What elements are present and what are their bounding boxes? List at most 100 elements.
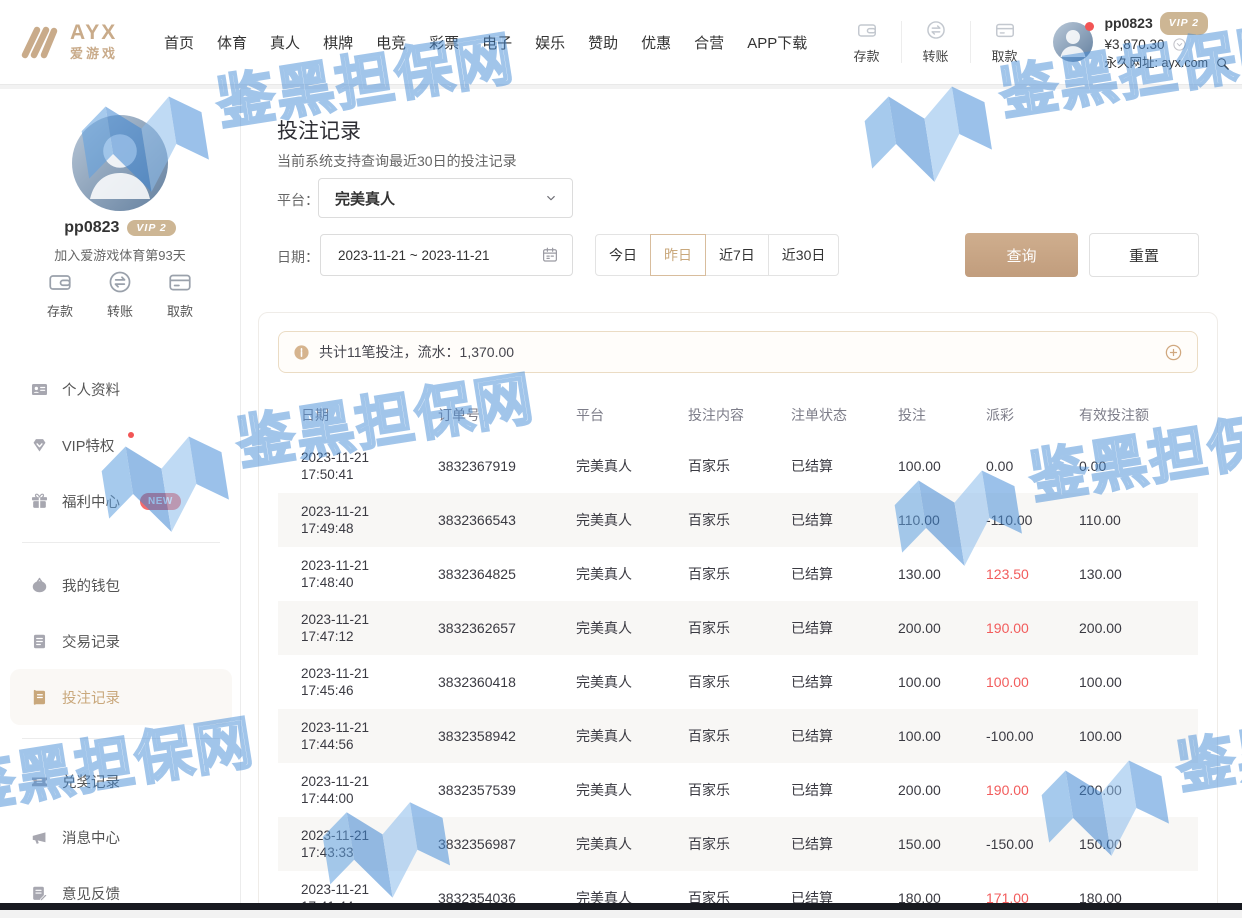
cell-payout: -110.00 xyxy=(986,512,1079,528)
cell-platform: 完美真人 xyxy=(576,726,688,746)
sidebar-item-rewards[interactable]: 兑奖记录 xyxy=(10,753,232,809)
cell-platform: 完美真人 xyxy=(576,834,688,854)
nav-item-promo[interactable]: 优惠 xyxy=(641,32,671,53)
cell-status: 已结算 xyxy=(791,834,898,854)
nav-item-app-download[interactable]: APP下载 xyxy=(747,32,807,53)
sidebar-item-vip[interactable]: VIP特权 xyxy=(10,417,232,473)
user-avatar[interactable] xyxy=(1053,22,1093,62)
joined-days-text: 加入爱游戏体育第93天 xyxy=(0,245,240,264)
sidebar-menu: 个人资料VIP特权福利中心NEW 我的钱包交易记录投注记录兑奖记录消息中心意见反馈 xyxy=(10,361,232,903)
cell-order-no: 3832367919 xyxy=(438,458,576,474)
vip-diamond-icon xyxy=(30,436,49,455)
query-button[interactable]: 查询 xyxy=(965,233,1078,277)
chevron-down-circle-icon[interactable] xyxy=(1172,37,1187,52)
balance: ¥3,870.30 xyxy=(1105,35,1165,54)
user-info: pp0823 VIP 2 ¥3,870.30 永久网址: ayx.com xyxy=(1105,12,1231,73)
nav-item-esports[interactable]: 电竞 xyxy=(376,32,406,53)
cell-order-no: 3832356987 xyxy=(438,836,576,852)
sidebar-item-label: 兑奖记录 xyxy=(62,771,120,792)
bet-time: 17:44:00 xyxy=(301,790,438,807)
cell-status: 已结算 xyxy=(791,780,898,800)
cell-bet-content: 百家乐 xyxy=(688,726,791,746)
cell-platform: 完美真人 xyxy=(576,510,688,530)
filter-last7-button[interactable]: 近7日 xyxy=(705,234,769,276)
filter-yesterday-button[interactable]: 昨日 xyxy=(650,234,706,276)
sidebar-item-welfare[interactable]: 福利中心NEW xyxy=(10,473,232,529)
feedback-icon xyxy=(30,884,49,903)
cell-status: 已结算 xyxy=(791,564,898,584)
username: pp0823 xyxy=(1105,14,1153,33)
platform-label: 平台： xyxy=(277,190,319,210)
reset-button[interactable]: 重置 xyxy=(1089,233,1199,277)
logo-sub-text: 爱游戏 xyxy=(70,43,118,62)
col-header-payout: 派彩 xyxy=(986,405,1079,425)
sidebar-item-wallet[interactable]: 我的钱包 xyxy=(10,557,232,613)
purse-icon xyxy=(30,576,49,595)
main-content: 投注记录 当前系统支持查询最近30日的投注记录 平台： 完美真人 日期： 202… xyxy=(240,89,1242,910)
sidebar-deposit-button[interactable]: 存款 xyxy=(47,269,73,320)
sidebar-withdraw-button[interactable]: 取款 xyxy=(167,269,193,320)
nav-item-slots[interactable]: 电子 xyxy=(482,32,512,53)
site-logo[interactable]: AYX 爱游戏 xyxy=(18,22,118,62)
document-icon xyxy=(30,632,49,651)
profile-name-row: pp0823 VIP 2 xyxy=(0,219,240,237)
nav-item-partner[interactable]: 合营 xyxy=(694,32,724,53)
date-range-picker[interactable]: 2023-11-21 ~ 2023-11-21 xyxy=(320,234,573,276)
sidebar-item-transactions[interactable]: 交易记录 xyxy=(10,613,232,669)
cell-bet-amount: 100.00 xyxy=(898,674,986,690)
bet-time: 17:49:48 xyxy=(301,520,438,537)
separator xyxy=(970,21,971,63)
sidebar-transfer-button[interactable]: 转账 xyxy=(107,269,133,320)
logo-text: AYX 爱游戏 xyxy=(70,22,118,62)
nav-item-live[interactable]: 真人 xyxy=(270,32,300,53)
wallet-icon xyxy=(856,19,878,41)
sidebar-item-profile[interactable]: 个人资料 xyxy=(10,361,232,417)
bet-time: 17:48:40 xyxy=(301,574,438,591)
navbar-withdraw-button[interactable]: 取款 xyxy=(977,19,1033,65)
cell-payout: 190.00 xyxy=(986,620,1079,636)
cell-date: 2023-11-2117:48:40 xyxy=(301,557,438,591)
navbar-transfer-button[interactable]: 转账 xyxy=(908,19,964,65)
sidebar-item-bets[interactable]: 投注记录 xyxy=(10,669,232,725)
transfer-icon xyxy=(925,19,947,41)
logo-main-text: AYX xyxy=(70,22,118,43)
nav-item-entertainment[interactable]: 娱乐 xyxy=(535,32,565,53)
table-header-row: 日期订单号平台投注内容注单状态投注派彩有效投注额 xyxy=(278,390,1198,439)
cell-bet-amount: 200.00 xyxy=(898,620,986,636)
cell-platform: 完美真人 xyxy=(576,780,688,800)
withdraw-label: 取款 xyxy=(167,301,193,320)
col-header-bet-content: 投注内容 xyxy=(688,405,791,425)
search-icon[interactable] xyxy=(1215,56,1230,71)
date-quick-filters: 今日昨日近7日近30日 xyxy=(595,234,839,276)
nav-item-lottery[interactable]: 彩票 xyxy=(429,32,459,53)
filter-last30-button[interactable]: 近30日 xyxy=(768,234,840,276)
cell-date: 2023-11-2117:49:48 xyxy=(301,503,438,537)
permanent-url: 永久网址: ayx.com xyxy=(1105,54,1209,73)
navbar-deposit-button[interactable]: 存款 xyxy=(839,19,895,65)
nav-item-sports[interactable]: 体育 xyxy=(217,32,247,53)
id-card-icon xyxy=(30,380,49,399)
profile-avatar-image xyxy=(72,115,168,211)
notification-dot xyxy=(1085,22,1094,31)
nav-item-sponsor[interactable]: 赞助 xyxy=(588,32,618,53)
wallet-icon xyxy=(47,269,73,295)
filter-today-button[interactable]: 今日 xyxy=(595,234,651,276)
cell-date: 2023-11-2117:47:12 xyxy=(301,611,438,645)
transfer-icon xyxy=(107,269,133,295)
bet-date: 2023-11-21 xyxy=(301,773,438,790)
sidebar-item-feedback[interactable]: 意见反馈 xyxy=(10,865,232,903)
plus-circle-icon[interactable] xyxy=(1164,343,1183,362)
profile-username: pp0823 xyxy=(64,219,119,237)
nav-item-home[interactable]: 首页 xyxy=(164,32,194,53)
nav-item-chess[interactable]: 棋牌 xyxy=(323,32,353,53)
sidebar-item-label: 交易记录 xyxy=(62,631,120,652)
profile-avatar[interactable] xyxy=(72,115,168,211)
bet-date: 2023-11-21 xyxy=(301,557,438,574)
bet-date: 2023-11-21 xyxy=(301,827,438,844)
cell-bet-content: 百家乐 xyxy=(688,456,791,476)
vip-badge: VIP 2 xyxy=(1160,12,1208,35)
platform-select[interactable]: 完美真人 xyxy=(318,178,573,218)
sidebar-item-messages[interactable]: 消息中心 xyxy=(10,809,232,865)
cell-status: 已结算 xyxy=(791,510,898,530)
cell-order-no: 3832358942 xyxy=(438,728,576,744)
